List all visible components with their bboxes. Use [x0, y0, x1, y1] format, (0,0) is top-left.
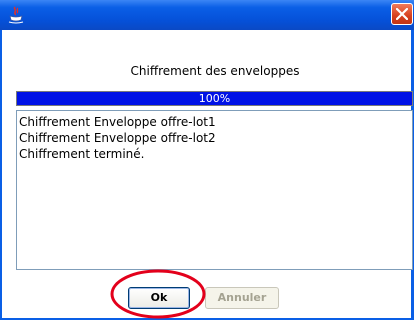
- dialog-heading: Chiffrement des enveloppes: [130, 64, 300, 78]
- close-button[interactable]: [391, 3, 413, 25]
- java-icon: [7, 6, 25, 24]
- progress-text: 100%: [198, 92, 231, 105]
- window-frame-left: [0, 30, 2, 320]
- highlight-circle: [110, 269, 206, 319]
- dialog-window: Chiffrement des enveloppes 100% Chiffrem…: [0, 0, 414, 320]
- title-bar[interactable]: [0, 0, 414, 30]
- cancel-button[interactable]: Annuler: [205, 287, 279, 309]
- close-icon: [396, 8, 408, 20]
- log-line: Chiffrement terminé.: [19, 147, 145, 161]
- log-line: Chiffrement Enveloppe offre-lot1: [19, 115, 216, 129]
- log-line: Chiffrement Enveloppe offre-lot2: [19, 131, 216, 145]
- progress-bar: 100%: [16, 91, 413, 106]
- log-text-area[interactable]: Chiffrement Enveloppe offre-lot1 Chiffrem…: [16, 110, 413, 270]
